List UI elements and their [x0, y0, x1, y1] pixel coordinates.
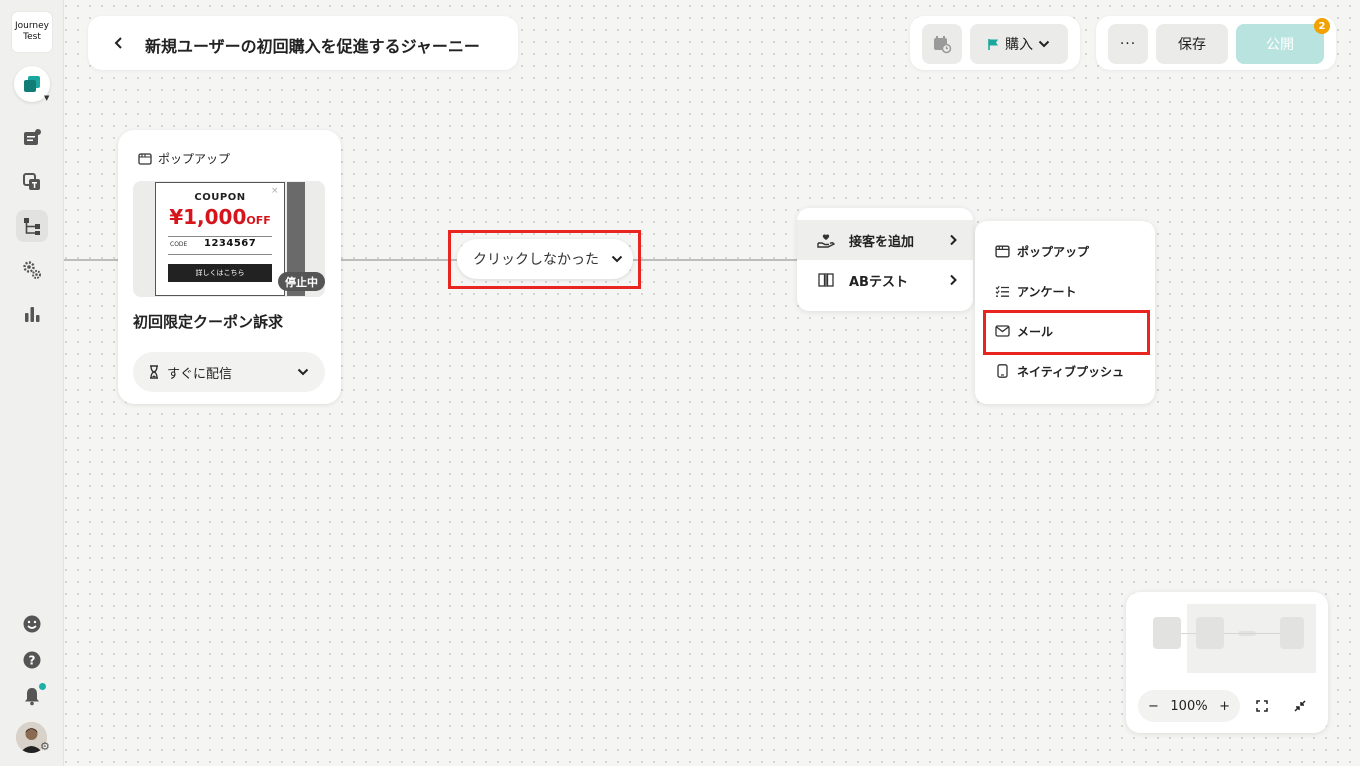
- back-button[interactable]: [108, 30, 130, 56]
- submenu-item-native-push[interactable]: ネイティブプッシュ: [995, 351, 1145, 391]
- zoom-level: 100%: [1170, 698, 1208, 714]
- save-button[interactable]: 保存: [1156, 24, 1228, 64]
- app-logo[interactable]: Journey Test: [12, 12, 52, 52]
- goal-label: 購入: [1005, 37, 1033, 53]
- sidebar-item-campaigns[interactable]: [16, 122, 48, 154]
- minimize-icon: [1294, 700, 1306, 712]
- sidebar-item-journeys[interactable]: [16, 210, 48, 242]
- zoom-out-button[interactable]: −: [1148, 699, 1159, 714]
- gears-icon: [23, 261, 41, 279]
- chevron-down-icon: [1038, 40, 1050, 48]
- popup-window-icon: [995, 244, 1010, 258]
- publish-label: 公開: [1266, 37, 1294, 53]
- menu-item-ab-test[interactable]: ABテスト: [797, 260, 973, 300]
- fullscreen-icon: [1256, 700, 1268, 712]
- sidebar-help-button[interactable]: ?: [16, 644, 48, 676]
- smile-face-icon: [23, 615, 41, 633]
- bar-chart-icon: [25, 307, 40, 322]
- divider: [168, 236, 272, 237]
- flow-tree-icon: [24, 218, 40, 235]
- menu-item-add-engagement[interactable]: 接客を追加: [797, 220, 973, 260]
- delivery-label: すぐに配信: [167, 366, 233, 382]
- zoom-in-button[interactable]: +: [1219, 699, 1230, 714]
- sidebar-item-analytics[interactable]: [16, 298, 48, 330]
- flag-icon: [988, 38, 998, 50]
- node-type-label: ポップアップ: [138, 150, 230, 167]
- zoom-control: − 100% +: [1138, 690, 1240, 722]
- more-options-button[interactable]: ···: [1108, 24, 1148, 64]
- coupon-title: COUPON: [194, 192, 246, 203]
- submenu-item-popup[interactable]: ポップアップ: [995, 231, 1145, 271]
- minimap-connector: [1181, 633, 1196, 634]
- minimap-node: [1196, 617, 1224, 649]
- hand-heart-icon: [817, 234, 835, 248]
- sidebar-feedback-button[interactable]: [16, 608, 48, 640]
- node-type-text: ポップアップ: [158, 152, 231, 166]
- menu-item-label: ABテスト: [849, 274, 908, 290]
- notification-dot: [39, 683, 46, 690]
- more-icon: ···: [1119, 36, 1137, 52]
- coupon-code-label: CODE: [170, 241, 188, 248]
- submenu-item-label: アンケート: [1017, 284, 1077, 299]
- node-title: 初回限定クーポン訴求: [133, 313, 284, 331]
- svg-text:?: ?: [29, 654, 36, 668]
- minimap-node: [1280, 617, 1304, 649]
- help-icon: ?: [23, 651, 41, 669]
- save-label: 保存: [1178, 37, 1206, 53]
- submenu-item-mail[interactable]: メール: [995, 311, 1145, 351]
- submenu-item-label: ポップアップ: [1017, 244, 1090, 259]
- fit-view-button[interactable]: [1250, 694, 1274, 718]
- divider: [168, 254, 272, 255]
- connector-line: [341, 259, 457, 261]
- mobile-icon: [997, 364, 1008, 378]
- publish-badge: 2: [1314, 18, 1330, 34]
- chevron-right-icon: [950, 234, 957, 246]
- menu-item-label: 接客を追加: [849, 234, 915, 250]
- minimap-connector: [1224, 633, 1280, 634]
- submenu-item-survey[interactable]: アンケート: [995, 271, 1145, 311]
- chevron-right-icon: [950, 274, 957, 286]
- submenu-item-label: ネイティブプッシュ: [1017, 364, 1125, 379]
- chevron-left-icon: [114, 37, 122, 49]
- copy-text-icon: [23, 173, 40, 190]
- coupon-amount-suffix: OFF: [246, 214, 271, 227]
- hourglass-icon: [150, 365, 158, 379]
- minimap-node: [1153, 617, 1181, 649]
- coupon-amount: ¥1,000OFF: [155, 205, 285, 229]
- condition-dropdown[interactable]: クリックしなかった: [457, 239, 633, 279]
- publish-button[interactable]: 公開: [1236, 24, 1324, 64]
- mail-icon: [995, 325, 1010, 337]
- coupon-code: 1234567: [204, 238, 257, 249]
- account-settings-icon[interactable]: ⚙: [40, 740, 50, 753]
- goal-dropdown[interactable]: 購入: [970, 24, 1068, 64]
- submenu-item-label: メール: [1017, 324, 1054, 339]
- status-badge: 停止中: [278, 272, 325, 291]
- collapse-minimap-button[interactable]: [1288, 694, 1312, 718]
- checklist-icon: [995, 285, 1009, 297]
- delivery-timing-dropdown[interactable]: すぐに配信: [133, 352, 325, 392]
- caret-down-icon: ▼: [44, 94, 50, 102]
- coupon-amount-value: ¥1,000: [169, 205, 247, 229]
- sidebar-item-settings[interactable]: [16, 254, 48, 286]
- page-title: 新規ユーザーの初回購入を促進するジャーニー: [145, 37, 480, 56]
- document-plus-icon: [24, 129, 41, 145]
- calendar-clock-icon: [934, 36, 952, 54]
- chevron-down-icon: [297, 368, 309, 376]
- condition-label: クリックしなかった: [473, 252, 599, 268]
- connector-line: [633, 259, 797, 261]
- split-icon: [818, 273, 834, 287]
- chevron-down-icon: [611, 255, 623, 263]
- layers-icon: [24, 76, 40, 92]
- popup-window-icon: [138, 152, 152, 165]
- schedule-button[interactable]: [922, 24, 962, 64]
- connector-line: [64, 259, 118, 261]
- coupon-cta: 詳しくはこちら: [168, 264, 272, 282]
- sidebar-item-templates[interactable]: [16, 166, 48, 198]
